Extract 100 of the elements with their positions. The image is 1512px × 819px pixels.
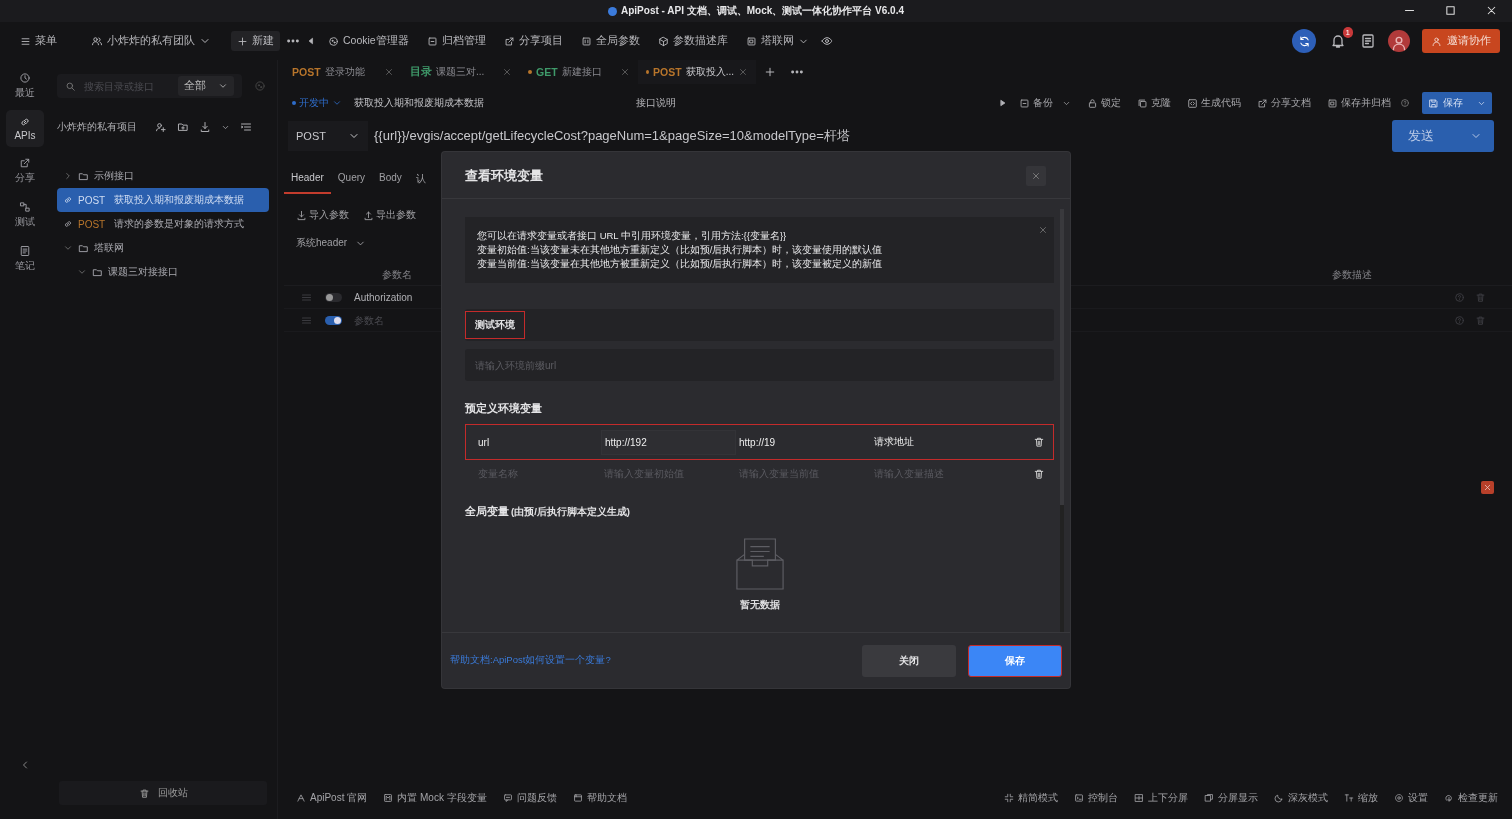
- unsaved-dot: [646, 70, 650, 74]
- code-icon: [1187, 97, 1198, 109]
- run-icon[interactable]: [998, 98, 1008, 108]
- trash-icon[interactable]: [1033, 468, 1045, 480]
- status-button[interactable]: 检查更新: [1444, 791, 1498, 805]
- system-header-toggle[interactable]: 系统header: [296, 236, 367, 250]
- toggle-switch[interactable]: [325, 292, 342, 302]
- export-button[interactable]: 导出参数: [363, 208, 416, 222]
- save-button[interactable]: 保存: [1422, 92, 1492, 114]
- param-tab[interactable]: 认: [408, 168, 433, 194]
- variable-name[interactable]: url: [475, 430, 601, 454]
- folder-item[interactable]: 示例接口: [57, 164, 269, 188]
- close-button[interactable]: 关闭: [862, 644, 956, 677]
- project-title: 小炸炸的私有项目: [57, 120, 137, 134]
- method-select[interactable]: POST: [288, 121, 368, 151]
- empty-text: 暂无数据: [739, 599, 780, 612]
- sync-button[interactable]: [1292, 29, 1316, 53]
- notification-icon[interactable]: [1330, 33, 1346, 49]
- folder-item[interactable]: 课题三对接接口: [57, 260, 269, 284]
- search-icon: [65, 80, 76, 92]
- action-button[interactable]: 生成代码: [1182, 96, 1246, 110]
- trash-icon[interactable]: [1033, 436, 1045, 448]
- status-link[interactable]: ApiPost 官网: [296, 791, 368, 805]
- action-button[interactable]: 备份: [1014, 96, 1076, 110]
- mock-icon: [383, 793, 394, 803]
- url-field[interactable]: {{url}}/evgis/accept/getLifecycleCost?pageNum=1&pageSize=10&modelType=杆塔: [374, 127, 1386, 145]
- rail-item[interactable]: APIs: [6, 110, 44, 147]
- status-link[interactable]: 帮助文档: [572, 791, 627, 805]
- import-button[interactable]: 导入参数: [296, 208, 349, 222]
- send-button[interactable]: 发送: [1392, 120, 1494, 152]
- toolbar-item[interactable]: 归档管理: [420, 31, 492, 51]
- open-tab[interactable]: 目录 课题三对...: [402, 60, 520, 84]
- column-header: 参数名: [381, 268, 412, 282]
- status-button[interactable]: 分屏显示: [1204, 791, 1258, 805]
- flow-icon: [19, 201, 31, 213]
- open-tab[interactable]: GET 新建接口: [520, 60, 638, 84]
- menu-button[interactable]: 菜单: [14, 31, 63, 51]
- new-button[interactable]: 新建: [231, 31, 280, 51]
- add-tab-icon[interactable]: [764, 66, 776, 78]
- status-button[interactable]: 缩放: [1344, 791, 1378, 805]
- action-button[interactable]: 克隆: [1132, 96, 1176, 110]
- toolbar-item[interactable]: 参数描述库: [651, 31, 734, 51]
- toolbar-item[interactable]: Cookie管理器: [322, 31, 415, 51]
- feedback-icon: [502, 793, 513, 803]
- window-title: ApiPost - API 文档、调试、Mock、测试一体化协作平台 V6.0.4: [621, 4, 904, 18]
- maximize-icon[interactable]: [1444, 4, 1457, 17]
- status-button[interactable]: 设置: [1394, 791, 1428, 805]
- environment-name-field[interactable]: 测试环境: [465, 311, 525, 339]
- close-icon: [1031, 171, 1041, 181]
- new-folder-icon[interactable]: [177, 121, 189, 133]
- action-button[interactable]: 保存并归档: [1322, 96, 1396, 110]
- info-text: 变量当前值:当该变量在其他地方被重新定义（比如预/后执行脚本）时，该变量被定义的新值: [477, 257, 884, 271]
- status-button[interactable]: 深灰模式: [1274, 791, 1328, 805]
- toolbar-item[interactable]: 分享项目: [497, 31, 569, 51]
- project-selector[interactable]: 塔联网: [739, 31, 815, 51]
- current-value-field[interactable]: http://19: [736, 430, 871, 454]
- web-icon: [296, 793, 306, 803]
- status-link[interactable]: 内置 Mock 字段变量: [383, 791, 487, 805]
- update-icon: [1444, 793, 1454, 803]
- filter-dropdown[interactable]: 全部: [178, 76, 234, 96]
- invite-button[interactable]: 邀请协作: [1422, 29, 1500, 53]
- status-button[interactable]: 精简模式: [1004, 791, 1058, 805]
- status-link[interactable]: 问题反馈: [502, 791, 557, 805]
- close-icon[interactable]: [1481, 481, 1494, 494]
- action-button[interactable]: 锁定: [1082, 96, 1126, 110]
- scroll-left-icon[interactable]: [306, 36, 316, 46]
- status-selector[interactable]: 开发中: [292, 96, 342, 110]
- status-button[interactable]: 上下分屏: [1134, 791, 1188, 805]
- description-field[interactable]: 请求地址: [871, 429, 1025, 455]
- import-icon[interactable]: [199, 121, 211, 133]
- status-button[interactable]: 控制台: [1074, 791, 1118, 805]
- initial-value-field[interactable]: http://192: [601, 429, 736, 455]
- team-selector[interactable]: 小炸炸的私有团队: [85, 31, 217, 51]
- param-tab[interactable]: Query: [330, 168, 373, 194]
- rail-item[interactable]: 笔记: [6, 239, 44, 279]
- avatar[interactable]: [1388, 30, 1410, 52]
- param-tab[interactable]: Body: [372, 168, 409, 194]
- close-icon[interactable]: [1485, 4, 1498, 17]
- notes-icon[interactable]: [1360, 33, 1376, 49]
- api-name-field[interactable]: 获取投入期和报废期成本数据: [348, 92, 631, 114]
- save-button[interactable]: 保存: [968, 644, 1062, 677]
- api-item[interactable]: POST 获取投入期和报废期成本数据: [57, 188, 269, 212]
- toolbar-item[interactable]: 全局参数: [574, 31, 646, 51]
- param-tab[interactable]: Header: [284, 168, 331, 194]
- open-tab[interactable]: POST 登录功能: [284, 60, 402, 84]
- recycle-bin-button[interactable]: 回收站: [59, 781, 267, 805]
- folder-item[interactable]: 塔联网: [57, 236, 269, 260]
- open-tab[interactable]: POST 获取投入...: [638, 60, 756, 84]
- api-item[interactable]: POST 请求的参数是对象的请求方式: [57, 212, 269, 236]
- description-tab[interactable]: 接口说明: [636, 96, 986, 110]
- add-member-icon[interactable]: [155, 121, 167, 133]
- action-button[interactable]: 分享文档: [1252, 96, 1316, 110]
- sort-icon[interactable]: [240, 121, 252, 133]
- toggle-switch[interactable]: [325, 315, 342, 325]
- help-icon[interactable]: [1400, 98, 1410, 108]
- rail-item[interactable]: 测试: [6, 195, 44, 235]
- eye-icon[interactable]: [820, 35, 833, 47]
- team-icon: [91, 35, 103, 47]
- rail-item[interactable]: 最近: [6, 66, 44, 106]
- rail-item[interactable]: 分享: [6, 151, 44, 191]
